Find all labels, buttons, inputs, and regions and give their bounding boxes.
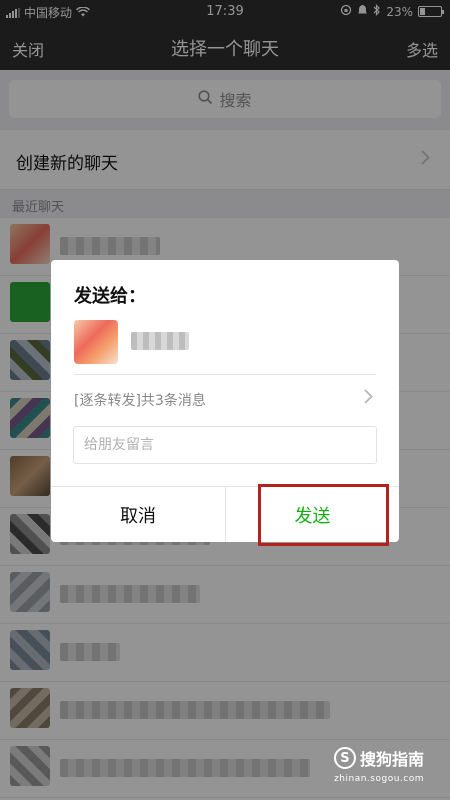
cancel-button[interactable]: 取消	[51, 487, 225, 542]
recipient-avatar	[74, 320, 118, 364]
watermark: S 搜狗指南	[333, 746, 424, 770]
message-input[interactable]	[73, 426, 377, 464]
highlight-annotation	[258, 484, 389, 546]
watermark-url: zhinan.sogou.com	[334, 774, 424, 784]
forward-summary[interactable]: [逐条转发]共3条消息	[74, 390, 206, 410]
recipient-name-blurred	[131, 332, 189, 350]
sogou-logo-icon: S	[333, 747, 356, 769]
divider	[74, 374, 376, 375]
dialog-title: 发送给：	[74, 286, 146, 307]
chevron-right-icon[interactable]	[364, 388, 373, 409]
watermark-brand: 搜狗指南	[359, 750, 424, 769]
